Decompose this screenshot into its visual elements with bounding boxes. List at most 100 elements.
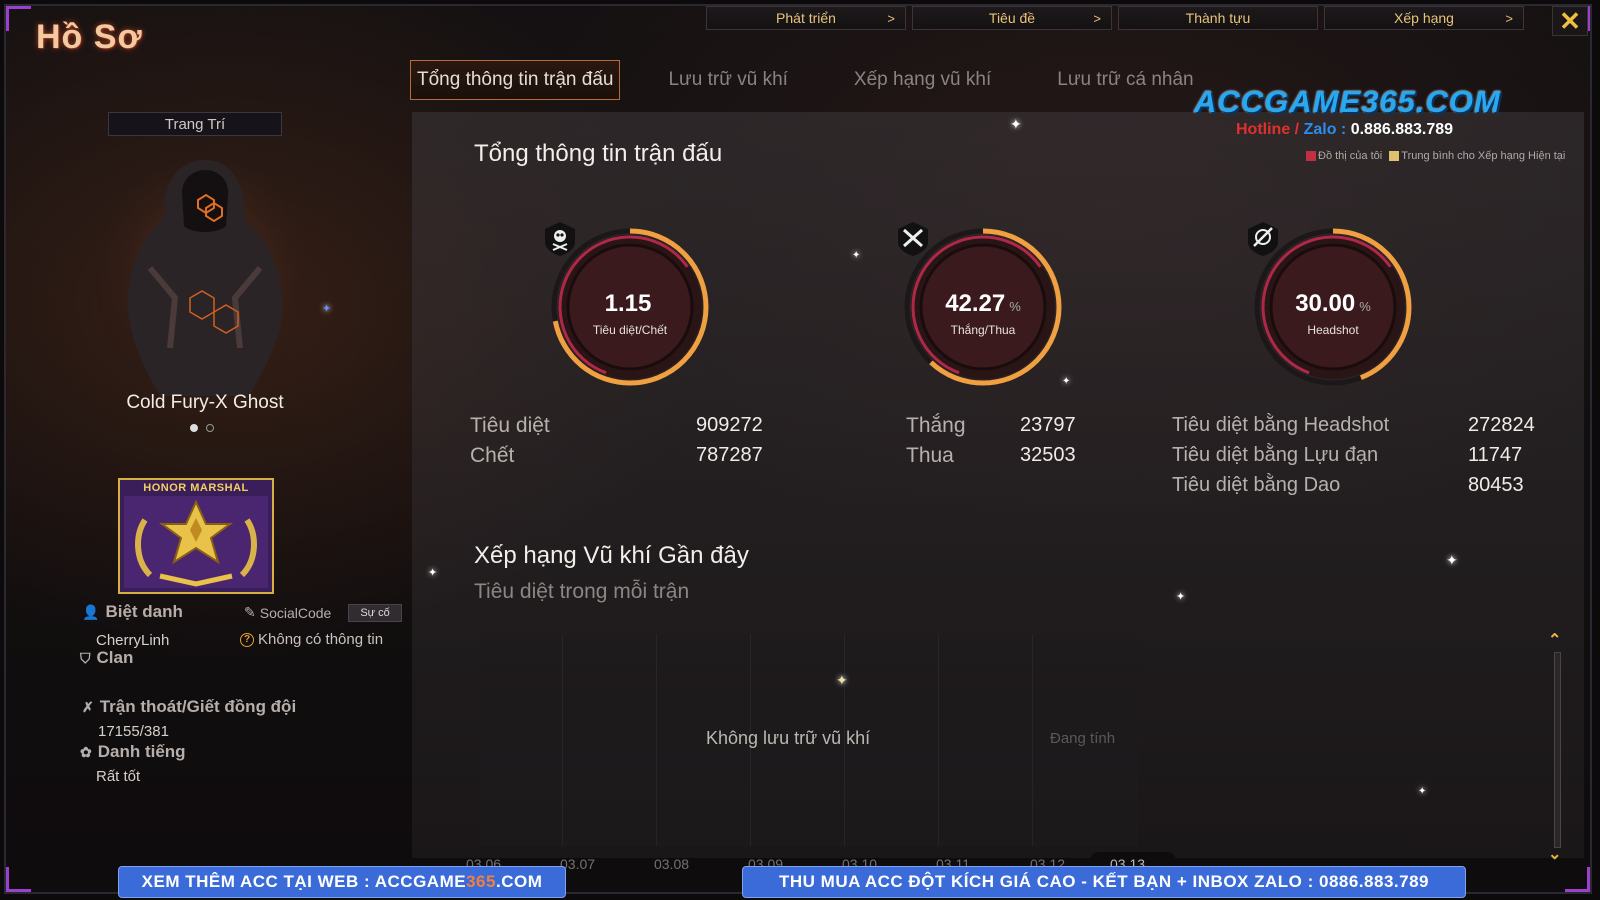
gauge-winrate: 42.27% Thắng/Thua <box>898 222 1068 392</box>
chevron-right-icon: > <box>1093 11 1101 26</box>
top-nav-label: Thành tựu <box>1185 10 1251 26</box>
chart-legend: Đồ thị của tôi Trung bình cho Xếp hạng H… <box>1306 150 1566 163</box>
carousel-dot[interactable] <box>206 424 214 432</box>
grid-line <box>562 634 563 846</box>
hotline-slash: / <box>1294 121 1300 138</box>
watermark-site: ACCGAME365.COM <box>1194 84 1501 119</box>
gauge-number: 1.15 <box>604 290 652 317</box>
social-value-text: Không có thông tin <box>258 631 384 648</box>
losses-value: 32503 <box>1020 444 1076 466</box>
top-nav-achievement[interactable]: Thành tựu <box>1118 6 1318 30</box>
legend-avg: Trung bình cho Xếp hạng Hiện tại <box>1401 150 1566 162</box>
desert-label: ✗ Trận thoát/Giết đồng đội <box>82 697 296 717</box>
decor-button[interactable]: Trang Trí <box>108 112 282 136</box>
rank-badge: HONOR MARSHAL <box>118 478 274 594</box>
banner-zalo: THU MUA ACC ĐỘT KÍCH GIÁ CAO - KẾT BẠN +… <box>742 866 1466 898</box>
losses-label: Thua <box>906 444 954 467</box>
gauge-value: 30.00% <box>1248 290 1418 318</box>
running-man-icon: ✗ <box>82 698 94 715</box>
gauge-label: Headshot <box>1307 323 1359 337</box>
top-nav-label: Tiêu đề <box>988 10 1036 26</box>
sparkle-icon: ✦ <box>852 250 861 261</box>
gauge-unit: % <box>1009 299 1021 314</box>
nickname-label-text: Biệt danh <box>105 602 183 621</box>
grenade-kills-label: Tiêu diệt bằng Lựu đạn <box>1172 444 1379 466</box>
sparkle-icon: ✦ <box>1010 116 1022 132</box>
legend-swatch-avg <box>1389 151 1400 162</box>
empty-message: Không lưu trữ vũ khí <box>706 728 871 748</box>
knife-kills-label: Tiêu diệt bằng Dao <box>1172 474 1341 496</box>
tab-personal-storage[interactable]: Lưu trữ cá nhân <box>1039 60 1211 100</box>
social-label: SocialCode <box>259 604 332 621</box>
recent-title: Xếp hạng Vũ khí Gần đây <box>474 542 749 569</box>
hotline-label: Hotline <box>1236 121 1291 138</box>
chevron-right-icon: > <box>887 11 895 26</box>
hs-kills-label: Tiêu diệt bằng Headshot <box>1172 414 1390 436</box>
reputation-label-text: Danh tiếng <box>97 742 186 761</box>
carousel-dot[interactable] <box>190 424 198 432</box>
top-nav-label: Phát triển <box>776 10 836 26</box>
deaths-value: 787287 <box>696 444 763 466</box>
x-tick[interactable]: 03.08 <box>654 856 689 872</box>
clan-icon: ⛉ <box>80 649 91 666</box>
recent-subtitle: Tiêu diệt trong mỗi trận <box>474 580 690 603</box>
grid-line <box>1032 634 1033 846</box>
reputation-value: Rất tốt <box>96 768 141 785</box>
badge-text: HONOR MARSHAL <box>143 482 249 494</box>
watermark-hotline: Hotline / Zalo : 0.886.883.789 <box>1236 121 1453 139</box>
sparkle-icon: ✦ <box>1176 591 1186 603</box>
chevron-down-icon[interactable]: ⌄ <box>1548 844 1561 864</box>
calculating-message: Đang tính <box>1050 730 1116 747</box>
nickname-label: 👤 Biệt danh <box>82 602 183 622</box>
close-button[interactable]: ✕ <box>1552 6 1588 36</box>
tag-icon: ✎ <box>244 604 256 620</box>
clan-label-text: Clan <box>96 648 134 667</box>
banner-web: XEM THÊM ACC TẠI WEB : ACCGAME 365 .COM <box>118 866 566 898</box>
nickname-value: CherryLinh <box>96 632 170 649</box>
gauge-number: 42.27 <box>945 290 1006 317</box>
scroll-track[interactable] <box>1554 652 1561 848</box>
gauge-label: Thắng/Thua <box>950 323 1016 337</box>
deaths-label: Chết <box>470 444 515 467</box>
scrollbar[interactable]: ⌃ ⌄ <box>1548 632 1562 863</box>
gauge-label: Tiêu diệt/Chết <box>592 323 668 337</box>
crosshair-icon <box>1248 222 1278 256</box>
crossed-guns-icon <box>898 222 928 256</box>
tab-bar: Tổng thông tin trận đấu Lưu trữ vũ khí X… <box>410 60 1242 100</box>
desert-label-text: Trận thoát/Giết đồng đội <box>99 697 297 716</box>
social-value: ? Không có thông tin <box>240 631 383 648</box>
gauge-unit: % <box>1359 299 1371 314</box>
top-nav: Phát triển > Tiêu đề > Thành tựu Xếp hạn… <box>706 6 1524 30</box>
frame-corner <box>6 867 31 892</box>
hs-kills-value: 272824 <box>1468 414 1535 436</box>
sparkle-icon: ✦ <box>428 567 438 579</box>
wins-label: Thắng <box>906 414 966 437</box>
chevron-up-icon[interactable]: ⌃ <box>1548 630 1561 650</box>
tab-match-summary[interactable]: Tổng thông tin trận đấu <box>410 60 621 100</box>
tab-weapon-storage[interactable]: Lưu trữ vũ khí <box>650 60 805 100</box>
gauge-value: 1.15 <box>545 290 715 318</box>
clan-label: ⛉ Clan <box>80 648 133 668</box>
hotline-phone: 0.886.883.789 <box>1350 121 1454 138</box>
gauge-headshot: 30.00% Headshot <box>1248 222 1418 392</box>
desert-value: 17155/381 <box>98 723 169 740</box>
social-code: ✎ SocialCode <box>244 604 331 621</box>
chevron-right-icon: > <box>1505 11 1513 26</box>
banner-web-suffix: .COM <box>495 872 543 891</box>
top-nav-develop[interactable]: Phát triển > <box>706 6 906 30</box>
tab-weapon-ranking[interactable]: Xếp hạng vũ khí <box>836 60 1009 100</box>
gauge-kd: 1.15 Tiêu diệt/Chết <box>545 222 715 392</box>
question-icon: ? <box>240 632 254 647</box>
page-title: Hồ Sơ <box>36 18 143 56</box>
rank-emblem-icon <box>124 496 268 588</box>
gauge-number: 30.00 <box>1295 290 1356 317</box>
sparkle-icon: ✦ <box>1446 552 1458 568</box>
kills-value: 909272 <box>696 414 763 436</box>
sparkle-icon: ✦ <box>1062 376 1071 387</box>
summary-title: Tổng thông tin trận đấu <box>474 140 723 167</box>
sparkle-icon: ✦ <box>836 672 848 688</box>
report-button[interactable]: Sự cố <box>348 604 402 622</box>
top-nav-title[interactable]: Tiêu đề > <box>912 6 1112 30</box>
banner-web-highlight: 365 <box>466 872 496 891</box>
top-nav-ranking[interactable]: Xếp hạng > <box>1324 6 1524 30</box>
